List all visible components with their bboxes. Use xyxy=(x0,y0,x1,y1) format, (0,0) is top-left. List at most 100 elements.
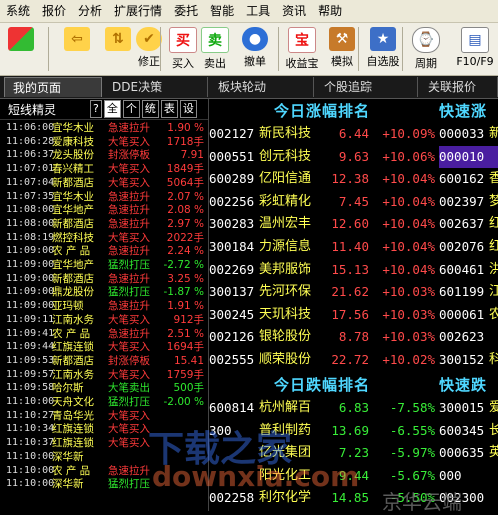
买入-button[interactable]: 买买入 xyxy=(168,25,198,73)
fast-row[interactable]: 000061 农 xyxy=(439,304,498,326)
alert-row[interactable]: 11:09:11 江南水务 大笔买入 912手 xyxy=(0,314,208,326)
tab-label: 个股追踪 xyxy=(324,80,373,94)
filter-button[interactable]: 设 xyxy=(179,100,197,118)
fast-row[interactable]: 002623 xyxy=(439,326,498,348)
menu-item[interactable]: 系统 xyxy=(0,0,36,22)
fast-row[interactable]: 600345 长 xyxy=(439,420,498,442)
alert-value: -2.72 % xyxy=(163,259,204,271)
alert-row[interactable]: 11:06:37 龙头股份 封涨停板 7.91 xyxy=(0,149,208,161)
alert-time: 11:09:00 xyxy=(6,286,55,298)
alert-row[interactable]: 11:09:00 新都酒店 急速拉升 3.25 % xyxy=(0,273,208,285)
stock-row[interactable]: 600289 亿阳信通 12.38 +10.04% xyxy=(209,168,435,190)
stock-row[interactable]: 002127 新民科技 6.44 +10.09% xyxy=(209,123,435,145)
撤单-button[interactable]: ● 撤单 xyxy=(236,25,274,73)
stock-change: +10.04% xyxy=(382,193,435,209)
stock-price: 21.62 xyxy=(331,284,369,300)
tab-2[interactable]: 板块轮动 xyxy=(210,77,314,97)
alert-row[interactable]: 11:06:00 宜华木业 急速拉升 1.90 % xyxy=(0,122,208,134)
alert-row[interactable]: 11:09:53 新都酒店 封涨停板 15.41 xyxy=(0,355,208,367)
stock-row[interactable]: 300137 先河环保 21.62 +10.03% xyxy=(209,281,435,303)
stock-row[interactable]: 002126 银轮股份 8.78 +10.03% xyxy=(209,326,435,348)
stock-price: 15.13 xyxy=(331,261,369,277)
menu-item[interactable]: 工具 xyxy=(240,0,276,22)
alert-row[interactable]: 11:09:58 哈尔斯 大笔卖出 500手 xyxy=(0,382,208,394)
F10/F9-button[interactable]: ▤ F10/F9 xyxy=(452,25,498,73)
alert-row[interactable]: 11:08:19 燃控科技 大笔买入 2022手 xyxy=(0,232,208,244)
fast-row[interactable]: 300015 爱 xyxy=(439,397,498,419)
alert-row[interactable]: 11:10:00 天舟文化 猛烈打压 -2.00 % xyxy=(0,396,208,408)
alert-row[interactable]: 11:09:57 江南水务 大笔买入 1759手 xyxy=(0,369,208,381)
alert-row[interactable]: 11:08:00 宜华地产 急速拉升 2.08 % xyxy=(0,204,208,216)
menu-item[interactable]: 帮助 xyxy=(312,0,348,22)
stock-row[interactable]: 002256 彩虹精化 7.45 +10.04% xyxy=(209,191,435,213)
alert-row[interactable]: 11:06:28 爱康科技 大笔买入 1718手 xyxy=(0,136,208,148)
toolbar-button[interactable] xyxy=(4,25,38,73)
stock-name: 农 xyxy=(489,306,498,322)
tab-0[interactable]: 我的页面 xyxy=(4,77,102,97)
menu-item[interactable]: 智能 xyxy=(204,0,240,22)
alert-value: 3.25 % xyxy=(167,272,204,285)
alert-row[interactable]: 11:09:00 亚玛顿 急速拉升 1.91 % xyxy=(0,300,208,312)
tab-3[interactable]: 个股追踪 xyxy=(316,77,418,97)
alert-row[interactable]: 11:09:44 红旗连锁 大笔买入 1694手 xyxy=(0,341,208,353)
stock-row[interactable]: 600814 杭州解百 6.83 -7.58% xyxy=(209,397,435,419)
周期-button[interactable]: ⌚ 周期 xyxy=(406,25,446,73)
filter-button[interactable]: 个 xyxy=(122,100,140,118)
alert-type: 大笔买入 xyxy=(108,163,150,176)
stock-code: 600345 xyxy=(439,422,485,438)
收益宝-button[interactable]: 宝收益宝 xyxy=(282,25,322,73)
alert-time: 11:06:00 xyxy=(6,122,55,133)
menu-item[interactable]: 分析 xyxy=(72,0,108,22)
menu-item[interactable]: 委托 xyxy=(168,0,204,22)
alert-row[interactable]: 11:07:04 新都酒店 大笔买入 5064手 xyxy=(0,177,208,189)
stock-row[interactable]: 002555 顺荣股份 22.72 +10.02% xyxy=(209,349,435,371)
模拟-button[interactable]: ⚒ 模拟 xyxy=(326,25,358,73)
自选股-button[interactable]: ★ 自选股 xyxy=(364,25,402,73)
filter-button[interactable]: ? xyxy=(90,100,102,118)
卖出-button[interactable]: 卖卖出 xyxy=(200,25,230,73)
stock-row[interactable]: 300245 天玑科技 17.56 +10.03% xyxy=(209,304,435,326)
tab-1[interactable]: DDE决策 xyxy=(104,77,208,97)
stock-row[interactable]: 000551 创元科技 9.63 +10.06% xyxy=(209,146,435,168)
fast-row[interactable]: 300152 科 xyxy=(439,349,498,371)
fast-row[interactable]: 600162 香 xyxy=(439,168,498,190)
fast-row[interactable]: 600461 洪 xyxy=(439,259,498,281)
stock-code: 002269 xyxy=(209,261,255,277)
alert-row[interactable]: 11:09:41 农 产 品 急速拉升 2.51 % xyxy=(0,328,208,340)
tab-4[interactable]: 关联报价 xyxy=(420,77,498,97)
fast-row[interactable]: 000010 xyxy=(439,145,498,168)
fast-row[interactable]: 000 xyxy=(439,465,498,487)
alert-row[interactable]: 11:09:00 鼎龙股份 猛烈打压 -1.87 % xyxy=(0,286,208,298)
fast-row[interactable]: 002076 红 xyxy=(439,236,498,258)
filter-button[interactable]: 统 xyxy=(141,100,159,118)
fast-row[interactable]: 000033 新 xyxy=(439,123,498,145)
fast-row[interactable]: 002637 红 xyxy=(439,213,498,235)
menu-item[interactable]: 报价 xyxy=(36,0,72,22)
filter-button[interactable]: 全 xyxy=(103,100,121,118)
menu-item[interactable]: 扩展行情 xyxy=(108,0,168,22)
alert-stock: 新都酒店 xyxy=(52,272,94,285)
fast-row[interactable]: 601199 江 xyxy=(439,281,498,303)
alert-row[interactable]: 11:08:00 新都酒店 急速拉升 2.97 % xyxy=(0,218,208,230)
stock-code: 002127 xyxy=(209,126,255,141)
alert-type: 急速拉升 xyxy=(108,217,150,230)
toolbar-button[interactable]: ⇦ xyxy=(60,25,94,73)
stock-row[interactable]: 300184 力源信息 11.40 +10.04% xyxy=(209,236,435,258)
alert-row[interactable]: 11:09:00 宜华地产 猛烈打压 -2.72 % xyxy=(0,259,208,271)
filter-button[interactable]: 表 xyxy=(160,100,178,118)
stock-name: 先河环保 xyxy=(259,284,312,300)
stock-name: 英 xyxy=(489,445,498,461)
stock-row[interactable]: 002269 美邦服饰 15.13 +10.04% xyxy=(209,259,435,281)
stock-row[interactable]: 300283 温州宏丰 12.60 +10.04% xyxy=(209,213,435,235)
fast-row[interactable]: 000635 英 xyxy=(439,442,498,464)
fast-row[interactable]: 002397 梦 xyxy=(439,191,498,213)
toolbar-button[interactable]: ⇅ xyxy=(104,25,132,73)
alert-row[interactable]: 11:09:00 农 产 品 急速拉升 2.24 % xyxy=(0,245,208,257)
alert-row[interactable]: 11:07:35 宜华木业 急速拉升 2.07 % xyxy=(0,191,208,203)
alert-stock: 农 产 品 xyxy=(52,245,91,258)
menu-item[interactable]: 资讯 xyxy=(276,0,312,22)
alert-value: 15.41 xyxy=(173,354,204,367)
alert-value: 2.51 % xyxy=(167,327,204,340)
alert-row[interactable]: 11:07:01 春兴精工 大笔买入 1849手 xyxy=(0,163,208,175)
alert-stock: 江南水务 xyxy=(52,313,94,326)
